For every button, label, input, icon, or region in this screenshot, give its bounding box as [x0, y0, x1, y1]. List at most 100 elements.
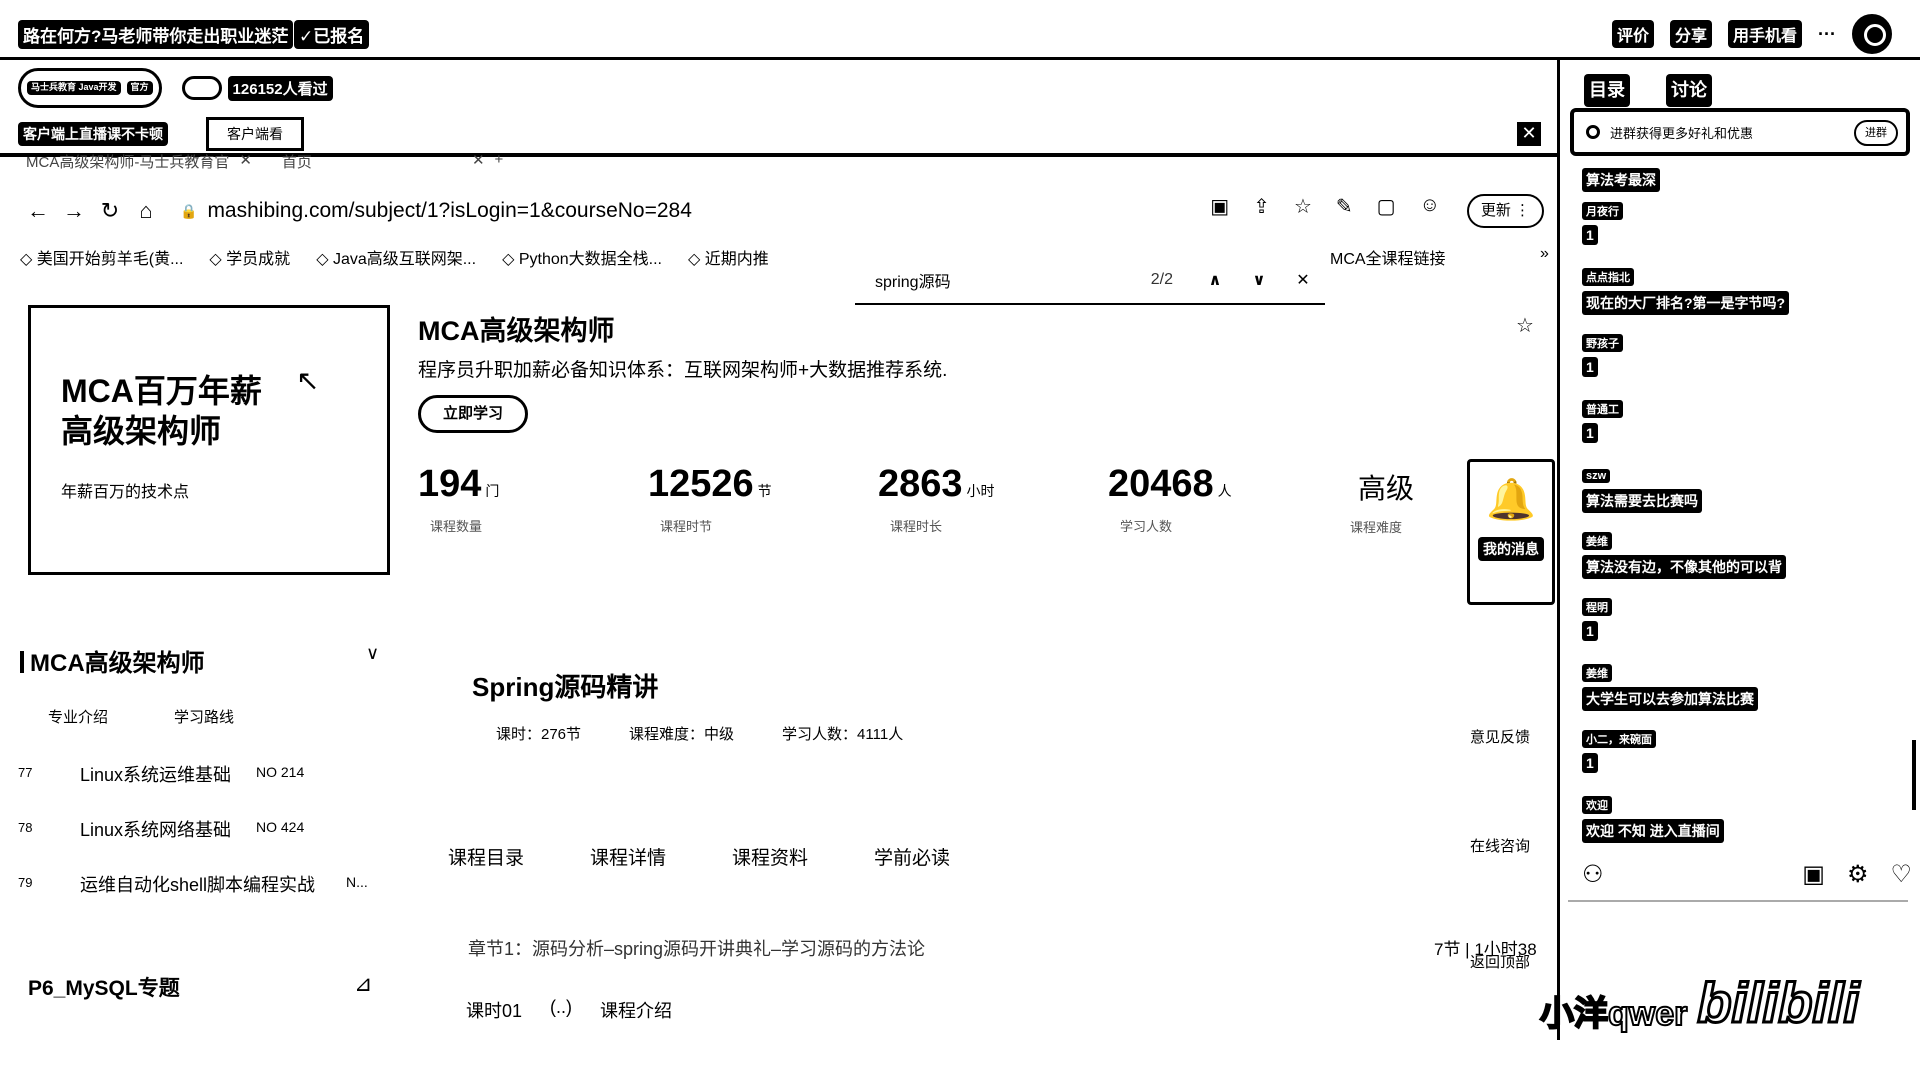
- url-field[interactable]: 🔒 mashibing.com/subject/1?isLogin=1&cour…: [180, 199, 692, 223]
- start-learning-button[interactable]: 立即学习: [418, 395, 528, 433]
- client-notice: 客户端上直播课不卡顿: [18, 122, 168, 146]
- watch-on-phone-button[interactable]: 用手机看: [1728, 20, 1803, 48]
- my-messages-button[interactable]: 🔔 我的消息: [1467, 459, 1555, 605]
- chapter-title[interactable]: 章节1：源码分析–spring源码开讲典礼–学习源码的方法论: [468, 935, 925, 961]
- list-item[interactable]: 79 运维自动化shell脚本编程实战 N...: [18, 871, 368, 926]
- close-icon[interactable]: ✕: [1517, 122, 1541, 146]
- p6-mysql-title[interactable]: P6_MySQL专题: [28, 972, 180, 1002]
- chat-message: 算法考最深: [1582, 168, 1902, 202]
- divider: [1568, 900, 1908, 902]
- bookmark-item[interactable]: 美国开始剪羊毛(黄...: [20, 245, 184, 269]
- feedback-button[interactable]: 意见反馈: [1470, 726, 1530, 747]
- url-text: mashibing.com/subject/1?isLogin=1&course…: [207, 199, 692, 222]
- list-item[interactable]: 78 Linux系统网络基础 NO 424: [18, 816, 368, 871]
- people-icon[interactable]: ⚇: [1582, 860, 1802, 889]
- rate-button[interactable]: 评价: [1611, 20, 1654, 48]
- find-count: 2/2: [1150, 271, 1173, 288]
- lesson-row[interactable]: 课时01 (..) 课程介绍: [466, 997, 672, 1023]
- info-icon: [1586, 125, 1600, 139]
- tab-intro[interactable]: 专业介绍: [48, 706, 108, 727]
- home-icon[interactable]: ⌂: [128, 198, 164, 224]
- tab-discussion[interactable]: 讨论: [1666, 74, 1712, 107]
- reload-icon[interactable]: ↻: [92, 198, 128, 224]
- cover-line-2: 高级架构师: [61, 413, 222, 449]
- browser-tab-mca[interactable]: MCA高级架构师-马士兵教育官: [26, 151, 229, 172]
- course-list: 77 Linux系统运维基础 NO 214 78 Linux系统网络基础 NO …: [18, 761, 368, 926]
- tab-catalog[interactable]: 目录: [1584, 74, 1630, 107]
- promo-text: 进群获得更多好礼和优惠: [1610, 125, 1754, 141]
- consult-button[interactable]: 在线咨询: [1470, 835, 1530, 856]
- course-title: MCA高级架构师: [418, 316, 615, 346]
- find-input[interactable]: spring源码: [875, 268, 951, 292]
- chat-scrollbar[interactable]: [1912, 740, 1916, 810]
- bookmark-item[interactable]: 近期内推: [688, 245, 769, 269]
- join-group-button[interactable]: 进群: [1854, 120, 1898, 146]
- chat-message: 小二，来碗面 1: [1582, 730, 1902, 796]
- chat-message: 普通工 1: [1582, 400, 1902, 466]
- tab-details[interactable]: 课程详情: [590, 843, 666, 870]
- chart-icon[interactable]: ⊿: [354, 971, 372, 997]
- tab-catalog[interactable]: 课程目录: [448, 843, 524, 870]
- user-avatar[interactable]: [1852, 14, 1892, 54]
- stat-learners: 20468 人 学习人数: [1108, 463, 1232, 534]
- page-icon[interactable]: ▣: [1210, 194, 1229, 219]
- browser-tab-home[interactable]: 首页: [282, 151, 312, 172]
- gift-icon[interactable]: ▣: [1802, 860, 1825, 889]
- tab-prerequisites[interactable]: 学前必读: [874, 843, 950, 870]
- browser-tabs: MCA高级架构师-马士兵教育官 ✕ 首页 ✕ +: [26, 151, 503, 172]
- favorite-star-icon[interactable]: ☆: [1516, 313, 1534, 338]
- tab-roadmap[interactable]: 学习路线: [174, 706, 234, 727]
- join-group-banner[interactable]: 进群获得更多好礼和优惠 进群: [1570, 108, 1910, 156]
- bookmarks-more-icon[interactable]: »: [1540, 245, 1549, 263]
- close-icon[interactable]: ✕: [239, 151, 252, 172]
- chat-message: 月夜行 1: [1582, 202, 1902, 268]
- video-watermark: 小洋qwer bilibili: [1539, 970, 1861, 1036]
- browser-tools: ▣ ⇪ ☆ ✎ ▢ ☺: [1210, 194, 1440, 219]
- chat-message: szw 算法需要去比赛吗: [1582, 466, 1902, 532]
- streamer-logo[interactable]: 马士兵教育 Java开发 官方: [18, 68, 162, 108]
- course-detail-tabs: 课程目录 课程详情 课程资料 学前必读: [448, 843, 950, 870]
- new-tab-icon[interactable]: +: [495, 151, 504, 172]
- stat-courses: 194 门 课程数量: [418, 463, 500, 534]
- chevron-down-icon[interactable]: ∨: [366, 643, 379, 664]
- settings-icon[interactable]: ⚙: [1847, 860, 1869, 889]
- find-prev-icon[interactable]: ∧: [1193, 270, 1237, 290]
- streamer-info: 马士兵教育 Java开发 官方 126152人看过: [18, 68, 333, 108]
- share-icon[interactable]: ⇪: [1253, 194, 1270, 219]
- top-actions: 评价 分享 用手机看 ···: [1611, 14, 1892, 54]
- chat-message: 程明 1: [1582, 598, 1902, 664]
- bookmark-item[interactable]: Python大数据全栈...: [502, 245, 662, 269]
- extension-icon[interactable]: ✎: [1336, 194, 1353, 219]
- course-cover-image[interactable]: MCA百万年薪 高级架构师 年薪百万的技术点 ↖: [28, 305, 390, 575]
- tab-materials[interactable]: 课程资料: [732, 843, 808, 870]
- share-button[interactable]: 分享: [1669, 20, 1712, 48]
- more-icon[interactable]: ···: [1818, 24, 1836, 45]
- profile-icon[interactable]: ☺: [1420, 194, 1440, 219]
- bookmark-item[interactable]: MCA全课程链接: [1330, 245, 1446, 269]
- bookmark-item[interactable]: Java高级互联网架...: [316, 245, 476, 269]
- bookmark-item[interactable]: 学员成就: [209, 245, 290, 269]
- chapter-meta: 7节 | 1小时38: [1434, 940, 1537, 959]
- forward-icon[interactable]: →: [56, 198, 92, 224]
- stat-hours: 2863 小时 课程时长: [878, 463, 995, 534]
- bookmarks-bar: 美国开始剪羊毛(黄... 学员成就 Java高级互联网架... Python大数…: [20, 245, 769, 269]
- course-description: 程序员升职加薪必备知识体系：互联网架构师+大数据推荐系统.: [418, 360, 948, 381]
- sidebar-icon[interactable]: ▢: [1377, 194, 1396, 219]
- bookmark-star-icon[interactable]: ☆: [1294, 194, 1312, 219]
- discussion-panel: 目录 讨论 进群获得更多好礼和优惠 进群 算法考最深 月夜行 1 点点指北 现在…: [1560, 60, 1920, 1080]
- shared-browser: MCA高级架构师-马士兵教育官 ✕ 首页 ✕ + ← → ↻ ⌂ 🔒 mashi…: [0, 151, 1557, 1040]
- update-button[interactable]: 更新 ⋮: [1466, 194, 1544, 228]
- find-next-icon[interactable]: ∨: [1237, 270, 1281, 290]
- chat-list: 算法考最深 月夜行 1 点点指北 现在的大厂排名?第一是字节吗? 野孩子 1 普…: [1582, 168, 1902, 862]
- list-item[interactable]: 77 Linux系统运维基础 NO 214: [18, 761, 368, 816]
- chat-message: 姜维 大学生可以去参加算法比赛: [1582, 664, 1902, 730]
- like-heart-icon[interactable]: ♡: [1890, 860, 1912, 889]
- my-messages-label: 我的消息: [1478, 537, 1544, 561]
- chat-toolbar: ⚇ ▣ ⚙ ♡: [1582, 860, 1912, 889]
- back-icon[interactable]: ←: [20, 198, 56, 224]
- close-icon[interactable]: ✕: [1281, 270, 1325, 290]
- signed-up-badge: ✓已报名: [294, 20, 370, 49]
- client-watch-button[interactable]: 客户端看: [206, 117, 304, 151]
- top-bar: 路在何方?马老师带你走出职业迷茫 ✓已报名 评价 分享 用手机看 ···: [0, 0, 1920, 60]
- close-icon[interactable]: ✕: [472, 151, 485, 172]
